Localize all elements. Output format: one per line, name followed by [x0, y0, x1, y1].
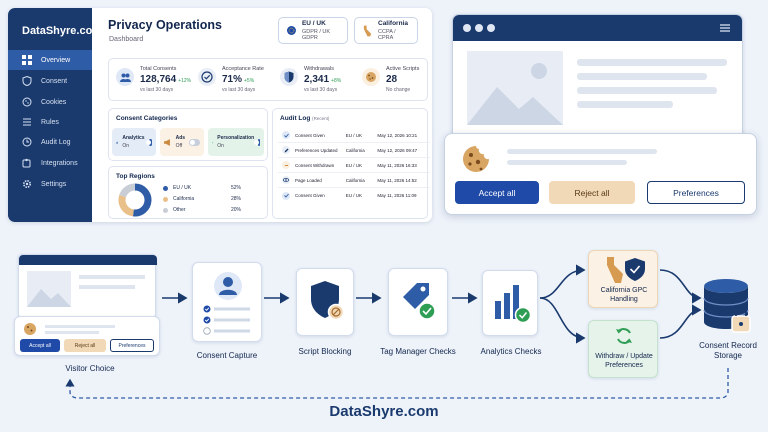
text-line-placeholder: [79, 285, 135, 289]
step-label-consent-capture: Consent Capture: [196, 351, 258, 360]
user-avatar-icon: [214, 272, 242, 300]
step-tag-manager[interactable]: [388, 268, 448, 336]
step-label-analytics: Analytics Checks: [480, 347, 542, 356]
mini-browser-bar: [19, 255, 157, 265]
step-label-tag-manager: Tag Manager Checks: [380, 347, 456, 356]
tag-check-icon: [403, 283, 436, 320]
image-placeholder-icon: [27, 271, 71, 307]
step-withdraw-update[interactable]: Withdraw / Update Preferences: [588, 320, 658, 378]
shield-block-icon: [311, 281, 345, 321]
mini-reject-button[interactable]: Reject all: [64, 339, 106, 352]
visitor-browser-mock: [18, 254, 157, 318]
footer-brand: DataShyre.com: [329, 403, 439, 420]
step-consent-capture[interactable]: [192, 262, 262, 342]
california-shield-icon: [607, 257, 645, 283]
step-label-script-blocking: Script Blocking: [298, 347, 352, 356]
step-label-visitor-choice: Visitor Choice: [65, 364, 115, 373]
bar-chart-check-icon: [495, 285, 532, 324]
mini-preferences-button[interactable]: Preferences: [110, 339, 154, 352]
step-california-gpc[interactable]: California GPC Handling: [588, 250, 658, 308]
mini-accept-button[interactable]: Accept all: [20, 339, 60, 352]
checklist-icon: [203, 305, 250, 335]
database-lock-icon[interactable]: [702, 278, 758, 338]
text-line-placeholder: [45, 325, 115, 328]
step-label-withdraw-update: Withdraw / Update Preferences: [595, 353, 653, 369]
step-script-blocking[interactable]: [296, 268, 354, 336]
refresh-icon: [616, 328, 632, 344]
step-label-storage: Consent Record Storage: [699, 341, 757, 360]
text-line-placeholder: [45, 331, 99, 334]
cookie-icon: [24, 323, 36, 335]
text-line-placeholder: [79, 275, 145, 279]
step-analytics[interactable]: [482, 270, 538, 336]
step-label-california-gpc: California GPC Handling: [600, 287, 648, 303]
